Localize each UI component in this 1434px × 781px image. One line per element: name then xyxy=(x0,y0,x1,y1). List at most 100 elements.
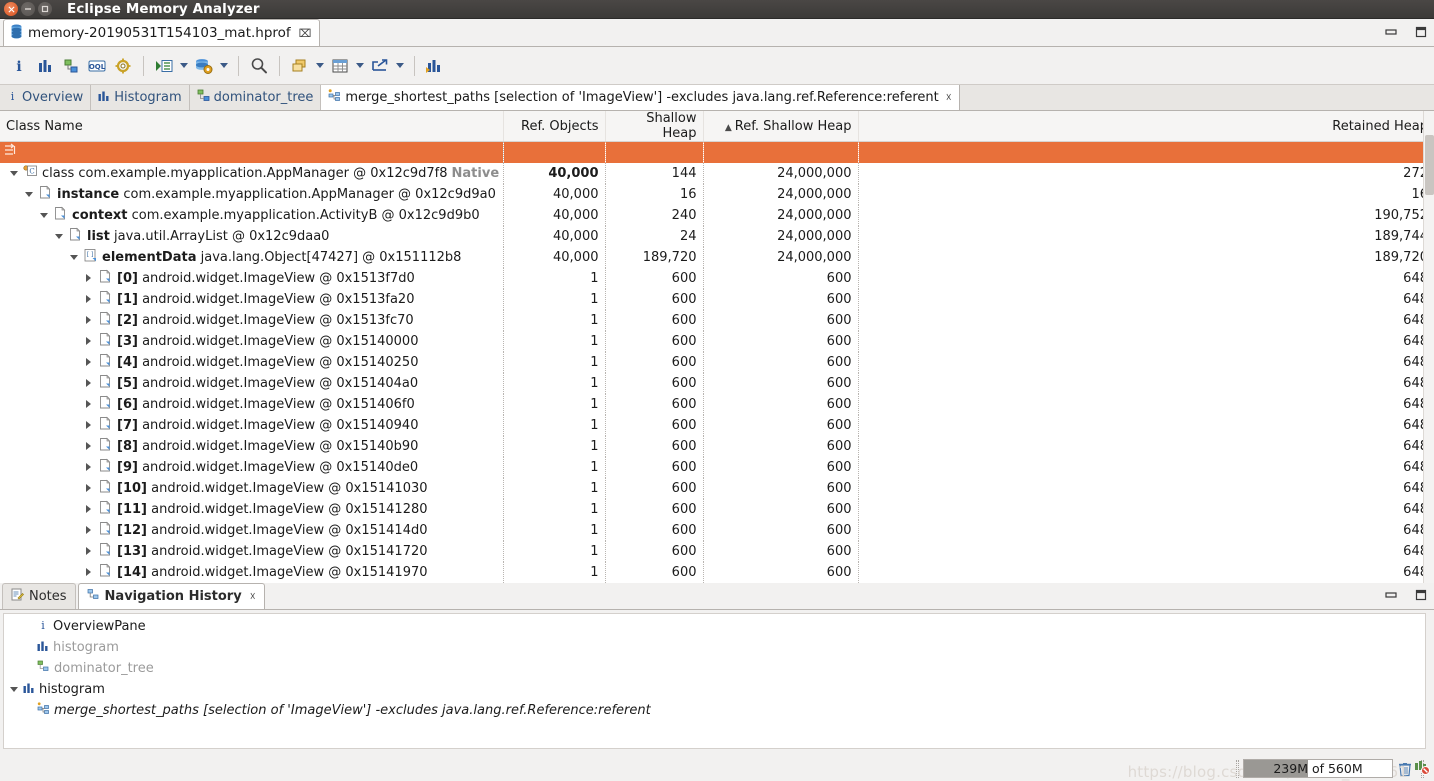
row-class-name-cell[interactable]: [4] android.widget.ImageView @ 0x1514025… xyxy=(0,351,504,373)
row-class-name-cell[interactable]: [8] android.widget.ImageView @ 0x15140b9… xyxy=(0,435,504,457)
tab-dominator-tree[interactable]: dominator_tree xyxy=(189,85,322,110)
query-browser-icon[interactable] xyxy=(191,53,217,79)
row-class-name-cell[interactable]: [7] android.widget.ImageView @ 0x1514094… xyxy=(0,414,504,436)
row-class-name-cell[interactable]: [1] android.widget.ImageView @ 0x1513fa2… xyxy=(0,288,504,310)
tree-twisty-collapsed[interactable] xyxy=(83,567,94,578)
bottom-minimize-icon[interactable] xyxy=(1384,589,1398,605)
run-expert-system-dropdown[interactable] xyxy=(177,53,191,79)
table-row[interactable]: Cclass com.example.myapplication.AppMana… xyxy=(0,162,1434,184)
tree-twisty-expanded[interactable] xyxy=(53,231,64,242)
table-row[interactable]: [0] android.widget.ImageView @ 0x1513f7d… xyxy=(0,267,1434,289)
settings-gear-icon[interactable] xyxy=(110,53,136,79)
row-class-name-cell[interactable]: [6] android.widget.ImageView @ 0x151406f… xyxy=(0,393,504,415)
tab-histogram[interactable]: Histogram xyxy=(91,85,190,110)
filter-ref-shallow-heap-cell[interactable] xyxy=(703,141,859,163)
editor-maximize-icon[interactable] xyxy=(1414,26,1428,42)
editor-tab-heapdump[interactable]: memory-20190531T154103_mat.hprof ⌧ xyxy=(3,19,321,46)
row-class-name-cell[interactable]: instance com.example.myapplication.AppMa… xyxy=(0,183,504,205)
row-class-name-cell[interactable]: [10] android.widget.ImageView @ 0x151410… xyxy=(0,477,504,499)
calculate-dropdown[interactable] xyxy=(353,53,367,79)
table-row[interactable]: [13] android.widget.ImageView @ 0x151417… xyxy=(0,540,1434,562)
table-row[interactable]: [11] android.widget.ImageView @ 0x151412… xyxy=(0,498,1434,520)
close-button[interactable] xyxy=(4,2,18,16)
tree-twisty-collapsed[interactable] xyxy=(83,294,94,305)
table-row[interactable]: [7] android.widget.ImageView @ 0x1514094… xyxy=(0,414,1434,436)
row-class-name-cell[interactable]: Cclass com.example.myapplication.AppMana… xyxy=(0,162,504,184)
overview-info-icon[interactable]: i xyxy=(6,53,32,79)
run-expert-system-icon[interactable] xyxy=(151,53,177,79)
row-class-name-cell[interactable]: list java.util.ArrayList @ 0x12c9daa0 xyxy=(0,225,504,247)
filter-retained-heap-cell[interactable] xyxy=(858,141,1434,163)
tree-twisty-expanded[interactable] xyxy=(68,252,79,263)
column-header-shallow-heap[interactable]: Shallow Heap xyxy=(605,111,704,142)
column-header-ref-shallow-heap[interactable]: ▲ Ref. Shallow Heap xyxy=(703,111,859,142)
row-class-name-cell[interactable]: context com.example.myapplication.Activi… xyxy=(0,204,504,226)
table-row[interactable]: [2] android.widget.ImageView @ 0x1513fc7… xyxy=(0,309,1434,331)
navigation-history-list[interactable]: i OverviewPane histogram dominator_tree hist… xyxy=(3,613,1426,749)
navigation-history-item[interactable]: dominator_tree xyxy=(4,658,1425,679)
tree-twisty-collapsed[interactable] xyxy=(83,357,94,368)
column-header-ref-objects[interactable]: Ref. Objects xyxy=(503,111,606,142)
tree-twisty-collapsed[interactable] xyxy=(83,483,94,494)
navigation-history-item[interactable]: histogram xyxy=(4,637,1425,658)
table-filter-row[interactable] xyxy=(0,141,1434,163)
tab-notes[interactable]: Notes xyxy=(2,583,76,609)
tree-twisty-collapsed[interactable] xyxy=(83,378,94,389)
table-row[interactable]: [3] android.widget.ImageView @ 0x1514000… xyxy=(0,330,1434,352)
group-by-icon[interactable] xyxy=(287,53,313,79)
table-row[interactable]: [12] android.widget.ImageView @ 0x151414… xyxy=(0,519,1434,541)
close-icon[interactable]: ☓ xyxy=(946,91,952,104)
table-scrollbar-thumb[interactable] xyxy=(1425,135,1434,195)
tab-merge-shortest-paths[interactable]: merge_shortest_paths [selection of 'Imag… xyxy=(321,85,960,110)
compare-icon[interactable] xyxy=(422,53,448,79)
minimize-button[interactable] xyxy=(21,2,35,16)
export-icon[interactable] xyxy=(367,53,393,79)
table-row[interactable]: [9] android.widget.ImageView @ 0x15140de… xyxy=(0,456,1434,478)
group-by-dropdown[interactable] xyxy=(313,53,327,79)
tree-twisty-collapsed[interactable] xyxy=(83,336,94,347)
navigation-history-item[interactable]: merge_shortest_paths [selection of 'Imag… xyxy=(4,700,1425,721)
close-icon[interactable]: ☓ xyxy=(250,590,256,603)
tree-twisty-collapsed[interactable] xyxy=(83,420,94,431)
tree-twisty-expanded[interactable] xyxy=(23,189,34,200)
tree-twisty-collapsed[interactable] xyxy=(83,315,94,326)
tree-twisty-collapsed[interactable] xyxy=(83,504,94,515)
row-class-name-cell[interactable]: [12] android.widget.ImageView @ 0x151414… xyxy=(0,519,504,541)
navigation-history-item[interactable]: i OverviewPane xyxy=(4,616,1425,637)
tree-twisty-expanded[interactable] xyxy=(8,684,19,695)
row-class-name-cell[interactable]: [5] android.widget.ImageView @ 0x151404a… xyxy=(0,372,504,394)
row-class-name-cell[interactable]: [2] android.widget.ImageView @ 0x1513fc7… xyxy=(0,309,504,331)
table-row[interactable]: [4] android.widget.ImageView @ 0x1514025… xyxy=(0,351,1434,373)
tab-overview[interactable]: i Overview xyxy=(0,85,92,110)
query-browser-dropdown[interactable] xyxy=(217,53,231,79)
row-class-name-cell[interactable]: [13] android.widget.ImageView @ 0x151417… xyxy=(0,540,504,562)
editor-minimize-icon[interactable] xyxy=(1384,26,1398,42)
table-row[interactable]: context com.example.myapplication.Activi… xyxy=(0,204,1434,226)
table-row[interactable]: list java.util.ArrayList @ 0x12c9daa0 40,… xyxy=(0,225,1434,247)
row-class-name-cell[interactable]: [0] android.widget.ImageView @ 0x1513f7d… xyxy=(0,267,504,289)
maximize-button[interactable] xyxy=(38,2,52,16)
histogram-icon[interactable] xyxy=(32,53,58,79)
table-row[interactable]: [5] android.widget.ImageView @ 0x151404a… xyxy=(0,372,1434,394)
row-class-name-cell[interactable]: [11] android.widget.ImageView @ 0x151412… xyxy=(0,498,504,520)
tree-twisty-collapsed[interactable] xyxy=(83,273,94,284)
tab-navigation-history[interactable]: Navigation History ☓ xyxy=(77,583,265,609)
tree-twisty-collapsed[interactable] xyxy=(83,399,94,410)
row-class-name-cell[interactable]: [9] android.widget.ImageView @ 0x15140de… xyxy=(0,456,504,478)
column-header-retained-heap[interactable]: Retained Heap xyxy=(858,111,1434,142)
row-class-name-cell[interactable]: [ ] elementData java.lang.Object[47427] @… xyxy=(0,246,504,268)
table-row[interactable]: [8] android.widget.ImageView @ 0x15140b9… xyxy=(0,435,1434,457)
dominator-tree-icon[interactable] xyxy=(58,53,84,79)
oql-icon[interactable]: OQL xyxy=(84,53,110,79)
tree-twisty-collapsed[interactable] xyxy=(83,546,94,557)
row-class-name-cell[interactable]: [14] android.widget.ImageView @ 0x151419… xyxy=(0,561,504,583)
navigation-history-item[interactable]: histogram xyxy=(4,679,1425,700)
calculate-table-icon[interactable] xyxy=(327,53,353,79)
export-dropdown[interactable] xyxy=(393,53,407,79)
table-vertical-scrollbar[interactable] xyxy=(1423,111,1434,583)
tree-twisty-collapsed[interactable] xyxy=(83,462,94,473)
table-row[interactable]: [10] android.widget.ImageView @ 0x151410… xyxy=(0,477,1434,499)
table-row[interactable]: [14] android.widget.ImageView @ 0x151419… xyxy=(0,561,1434,583)
search-icon[interactable] xyxy=(246,53,272,79)
bottom-maximize-icon[interactable] xyxy=(1414,589,1428,605)
